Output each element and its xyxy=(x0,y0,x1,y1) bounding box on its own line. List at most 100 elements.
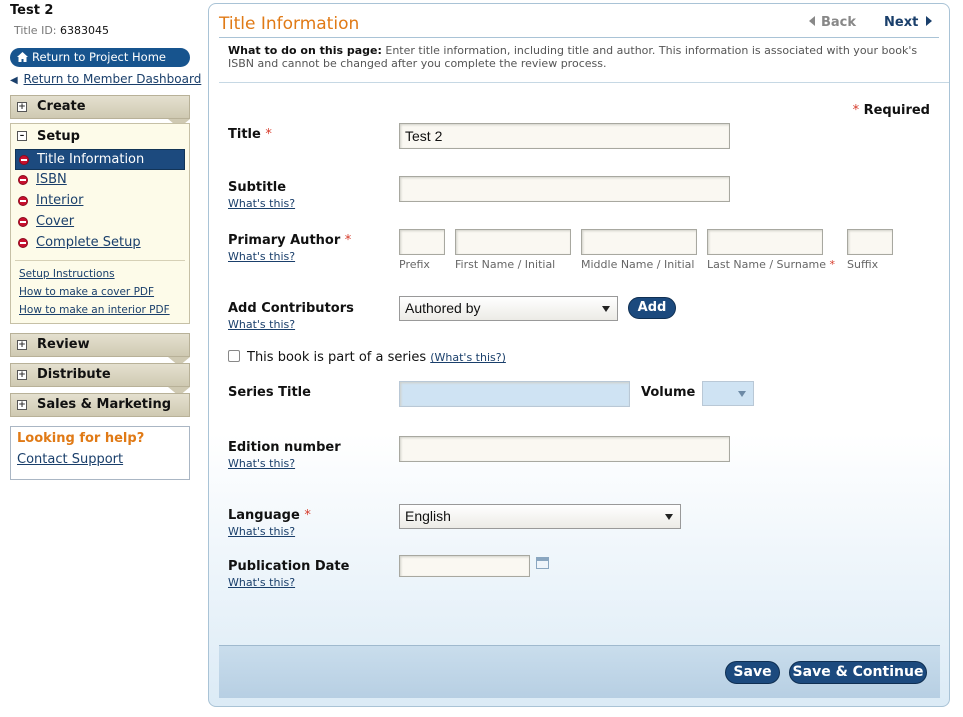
section-create-label: Create xyxy=(37,99,86,114)
primary-author-label-text: Primary Author xyxy=(228,233,341,248)
step-label: Title Information xyxy=(37,152,145,167)
author-first-name-input[interactable] xyxy=(455,229,571,255)
back-label: Back xyxy=(821,15,857,30)
whats-this-author: What's this? xyxy=(228,250,295,263)
incomplete-icon xyxy=(18,196,28,206)
cover-pdf-link[interactable]: How to make a cover PDF xyxy=(19,286,154,298)
next-button[interactable]: Next xyxy=(884,15,933,30)
title-label-text: Title xyxy=(228,127,261,142)
return-to-dashboard-link[interactable]: Return to Member Dashboard xyxy=(24,72,202,86)
project-title: Test 2 xyxy=(10,3,54,18)
required-star: * xyxy=(344,233,352,248)
instructions: What to do on this page: Enter title inf… xyxy=(228,44,933,70)
series-checkbox-label: This book is part of a series (What's th… xyxy=(247,350,506,365)
volume-label: Volume xyxy=(641,385,696,400)
required-star: * xyxy=(852,103,860,118)
author-prefix-input[interactable] xyxy=(399,229,445,255)
step-cover[interactable]: Cover xyxy=(11,212,189,233)
section-review-label: Review xyxy=(37,337,90,352)
author-last-name-input[interactable] xyxy=(707,229,823,255)
whats-this-link[interactable]: What's this? xyxy=(228,457,295,470)
pubdate-label: Publication Date xyxy=(228,559,350,574)
calendar-icon[interactable] xyxy=(536,557,549,569)
interior-pdf-link[interactable]: How to make an interior PDF xyxy=(19,304,170,316)
sidebar: Test 2 Title ID: 6383045 Return to Proje… xyxy=(10,0,201,480)
volume-select[interactable] xyxy=(702,381,754,406)
expand-icon: + xyxy=(17,400,27,410)
section-create[interactable]: + Create xyxy=(10,95,190,119)
step-complete-setup[interactable]: Complete Setup xyxy=(11,233,189,254)
save-continue-button[interactable]: Save & Continue xyxy=(789,661,927,684)
series-title-input[interactable] xyxy=(399,381,630,407)
primary-author-label: Primary Author * xyxy=(228,233,351,248)
author-suffix-input[interactable] xyxy=(847,229,893,255)
author-middle-name-input[interactable] xyxy=(581,229,697,255)
collapse-icon: – xyxy=(17,131,27,141)
subtitle-label: Subtitle xyxy=(228,180,287,195)
return-to-project-home-button[interactable]: Return to Project Home xyxy=(10,48,190,67)
save-button[interactable]: Save xyxy=(725,661,780,684)
series-checkbox-text: This book is part of a series xyxy=(247,350,427,365)
last-name-caption-text: Last Name / Surname xyxy=(707,258,827,271)
whats-this-subtitle: What's this? xyxy=(228,197,295,210)
incomplete-icon xyxy=(18,238,28,248)
add-contributor-button[interactable]: Add xyxy=(628,297,676,319)
subtitle-input[interactable] xyxy=(399,176,730,202)
pubdate-input[interactable] xyxy=(399,555,530,577)
last-name-caption: Last Name / Surname * xyxy=(707,258,835,271)
whats-this-link[interactable]: What's this? xyxy=(228,197,295,210)
arrow-left-icon: ◀ xyxy=(10,75,18,86)
edition-input[interactable] xyxy=(399,436,730,462)
step-link[interactable]: Interior xyxy=(36,193,83,208)
step-link[interactable]: Cover xyxy=(36,214,74,229)
chevron-down-icon xyxy=(738,391,746,397)
required-star: * xyxy=(829,258,836,271)
language-label: Language * xyxy=(228,508,311,523)
series-checkbox[interactable] xyxy=(228,350,240,362)
section-sales-marketing[interactable]: + Sales & Marketing xyxy=(10,393,190,417)
interior-pdf-item: How to make an interior PDF xyxy=(11,301,189,319)
expand-icon: + xyxy=(17,370,27,380)
title-label: Title * xyxy=(228,127,272,142)
language-select[interactable]: English xyxy=(399,504,681,529)
chevron-down-icon xyxy=(602,306,610,312)
divider xyxy=(219,37,939,38)
section-sales-label: Sales & Marketing xyxy=(37,397,171,412)
first-name-caption: First Name / Initial xyxy=(455,258,556,271)
whats-this-link[interactable]: What's this? xyxy=(228,525,295,538)
whats-this-link[interactable]: What's this? xyxy=(228,250,295,263)
section-distribute[interactable]: + Distribute xyxy=(10,363,190,387)
chevron-right-icon xyxy=(926,16,933,26)
back-button[interactable]: Back xyxy=(809,15,856,30)
middle-name-caption: Middle Name / Initial xyxy=(581,258,695,271)
section-review[interactable]: + Review xyxy=(10,333,190,357)
whats-this-link[interactable]: What's this? xyxy=(228,318,295,331)
title-id: Title ID: 6383045 xyxy=(14,24,190,37)
step-title-information[interactable]: Title Information xyxy=(15,149,185,170)
section-setup[interactable]: – Setup xyxy=(11,124,189,149)
section-distribute-label: Distribute xyxy=(37,367,111,382)
title-input[interactable]: Test 2 xyxy=(399,123,730,149)
chevron-down-icon xyxy=(665,514,673,520)
home-icon xyxy=(17,52,28,62)
whats-this-link[interactable]: What's this? xyxy=(228,576,295,589)
expand-icon: + xyxy=(17,340,27,350)
step-interior[interactable]: Interior xyxy=(11,191,189,212)
chevron-left-icon xyxy=(809,16,815,26)
incomplete-icon xyxy=(18,175,28,185)
setup-instructions-link[interactable]: Setup Instructions xyxy=(19,268,115,280)
expand-icon: + xyxy=(17,102,27,112)
step-isbn[interactable]: ISBN xyxy=(11,170,189,191)
step-link[interactable]: Complete Setup xyxy=(36,235,141,250)
step-link[interactable]: ISBN xyxy=(36,172,67,187)
footer-bar: Save Save & Continue xyxy=(219,645,940,698)
incomplete-icon xyxy=(18,217,28,227)
cover-pdf-item: How to make a cover PDF xyxy=(11,283,189,301)
whats-this-language: What's this? xyxy=(228,525,295,538)
section-setup-label: Setup xyxy=(37,129,80,144)
contributor-role-select[interactable]: Authored by xyxy=(399,296,618,321)
contact-support-link[interactable]: Contact Support xyxy=(17,452,123,467)
instructions-label: What to do on this page: xyxy=(228,44,382,57)
series-whats-this-link[interactable]: (What's this?) xyxy=(430,351,506,364)
suffix-caption: Suffix xyxy=(847,258,879,271)
